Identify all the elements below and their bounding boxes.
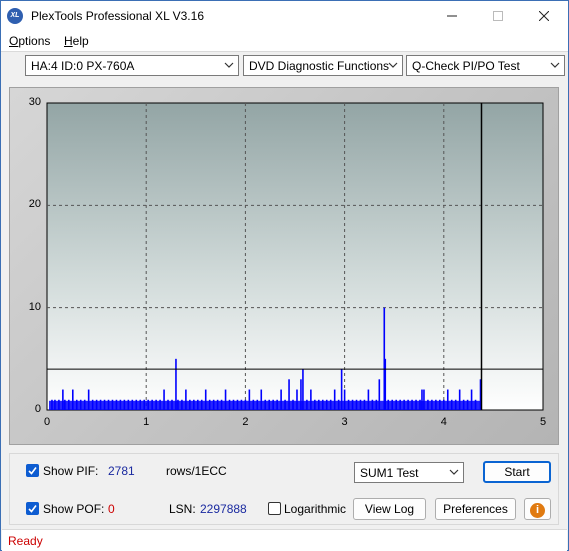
close-icon bbox=[538, 10, 550, 22]
app-window: XL PlexTools Professional XL V3.16 Optio… bbox=[0, 0, 569, 551]
info-button[interactable]: i bbox=[524, 498, 551, 520]
show-pof-checkbox[interactable] bbox=[26, 502, 39, 515]
chevron-down-icon bbox=[224, 62, 234, 68]
x-tick-label: 4 bbox=[440, 416, 447, 428]
status-bar: Ready bbox=[2, 529, 567, 551]
x-tick-label: 5 bbox=[539, 416, 547, 428]
y-tick-label: 0 bbox=[34, 403, 41, 415]
menu-bar: Options Help bbox=[1, 31, 568, 52]
maximize-icon bbox=[493, 11, 503, 21]
function-select[interactable]: DVD Diagnostic Functions bbox=[243, 55, 403, 76]
view-log-button[interactable]: View Log bbox=[353, 498, 426, 520]
rows-ecc-label: rows/1ECC bbox=[166, 464, 227, 478]
checkmark-icon bbox=[28, 467, 37, 475]
bar-baseline-band bbox=[48, 400, 482, 410]
test-select[interactable]: Q-Check PI/PO Test bbox=[406, 55, 565, 76]
pif-value: 2781 bbox=[108, 464, 135, 478]
test-select-value: Q-Check PI/PO Test bbox=[412, 59, 520, 73]
start-button[interactable]: Start bbox=[483, 461, 551, 483]
pof-value: 0 bbox=[108, 502, 115, 516]
close-button[interactable] bbox=[521, 1, 567, 31]
control-panel: Show PIF: 2781 rows/1ECC SUM1 Test Start… bbox=[9, 453, 559, 525]
x-tick-label: 3 bbox=[341, 416, 348, 428]
show-pif-label: Show PIF: bbox=[43, 464, 99, 478]
chevron-down-icon bbox=[388, 62, 398, 68]
plot-area bbox=[46, 102, 544, 411]
menu-help[interactable]: Help bbox=[64, 34, 89, 48]
lsn-value: 2297888 bbox=[200, 502, 247, 516]
sum-test-select[interactable]: SUM1 Test bbox=[354, 462, 464, 483]
y-tick-label: 30 bbox=[28, 96, 41, 108]
logarithmic-label: Logarithmic bbox=[284, 502, 347, 516]
chevron-down-icon bbox=[550, 62, 560, 68]
window-title: PlexTools Professional XL V3.16 bbox=[31, 9, 204, 23]
x-tick-label: 1 bbox=[143, 416, 150, 428]
info-icon: i bbox=[530, 503, 545, 518]
lsn-label: LSN: bbox=[169, 502, 196, 516]
x-tick-label: 2 bbox=[242, 416, 249, 428]
show-pof-label: Show POF: bbox=[43, 502, 105, 516]
drive-select[interactable]: HA:4 ID:0 PX-760A bbox=[25, 55, 239, 76]
maximize-button[interactable] bbox=[475, 1, 521, 31]
preferences-button[interactable]: Preferences bbox=[435, 498, 516, 520]
minimize-button[interactable] bbox=[429, 1, 475, 31]
logarithmic-checkbox[interactable] bbox=[268, 502, 281, 515]
y-tick-label: 20 bbox=[28, 198, 41, 211]
app-logo-icon: XL bbox=[7, 8, 23, 24]
chevron-down-icon bbox=[449, 469, 459, 475]
x-tick-label: 0 bbox=[43, 416, 51, 428]
title-bar: XL PlexTools Professional XL V3.16 bbox=[1, 1, 568, 31]
checkmark-icon bbox=[28, 505, 37, 513]
function-select-value: DVD Diagnostic Functions bbox=[249, 59, 390, 73]
y-tick-label: 10 bbox=[28, 300, 41, 313]
pi-chart bbox=[46, 102, 544, 411]
show-pif-checkbox[interactable] bbox=[26, 464, 39, 477]
status-text: Ready bbox=[8, 534, 43, 548]
chart-panel: 0 10 20 30 0 1 2 3 4 5 bbox=[9, 87, 559, 445]
drive-select-value: HA:4 ID:0 PX-760A bbox=[31, 59, 135, 73]
menu-options[interactable]: Options bbox=[9, 34, 50, 48]
sum-test-select-value: SUM1 Test bbox=[360, 466, 419, 480]
minimize-icon bbox=[447, 15, 457, 17]
